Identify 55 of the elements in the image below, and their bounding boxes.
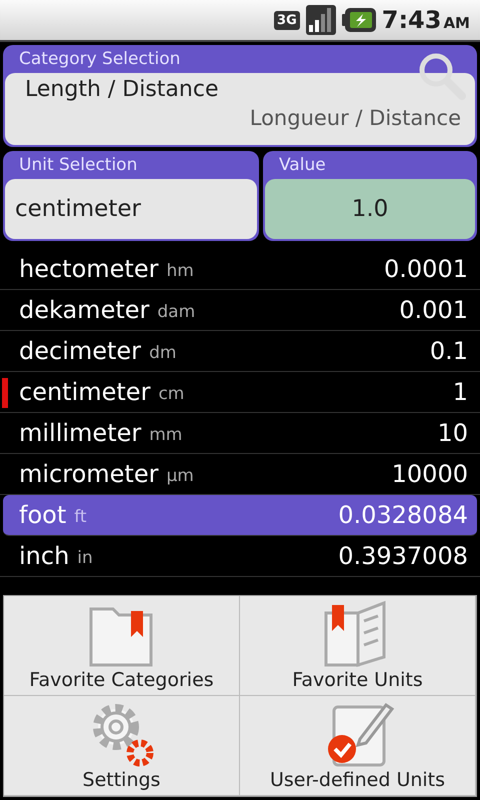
unit-label: Unit Selection — [19, 155, 138, 175]
unit-value: 0.001 — [399, 296, 468, 324]
clock-time: 7:43 — [382, 6, 442, 34]
unit-name: inch — [19, 542, 70, 570]
battery-charging-icon — [342, 8, 376, 32]
unit-row[interactable]: centimeter cm 1 — [0, 372, 480, 413]
search-icon[interactable] — [417, 51, 467, 101]
menu-label: Settings — [82, 769, 160, 791]
unit-row[interactable]: dekameter dam 0.001 — [0, 290, 480, 331]
unit-name: micrometer — [19, 460, 158, 488]
network-3g-icon: 3G — [274, 10, 300, 30]
unit-value: 0.0001 — [384, 255, 468, 283]
category-name: Length / Distance — [25, 77, 220, 102]
unit-row[interactable]: hectometer hm 0.0001 — [0, 249, 480, 290]
menu-item[interactable]: Favorite Units — [240, 596, 476, 696]
unit-name: decimeter — [19, 337, 142, 365]
value-label: Value — [279, 155, 326, 175]
menu-label: Favorite Units — [292, 669, 423, 691]
unit-name: centimeter — [19, 378, 150, 406]
unit-name: centimeter — [15, 196, 141, 222]
unit-symbol: dm — [149, 343, 176, 363]
unit-row[interactable]: millimeter mm 10 — [0, 413, 480, 454]
menu-label: Favorite Categories — [29, 669, 214, 691]
unit-name: millimeter — [19, 419, 142, 447]
unit-symbol: in — [77, 548, 93, 568]
unit-name: dekameter — [19, 296, 150, 324]
unit-value: 0.1 — [430, 337, 468, 365]
menu-item[interactable]: User-defined Units — [240, 696, 476, 796]
value-text: 1.0 — [352, 196, 388, 222]
value-field[interactable]: Value 1.0 — [263, 151, 477, 241]
category-selector[interactable]: Category Selection Length / Distance Longueur / Distance — [3, 45, 477, 147]
unit-symbol: mm — [149, 425, 182, 445]
unit-symbol: ft — [74, 507, 87, 527]
unit-selector[interactable]: Unit Selection centimeter — [3, 151, 259, 241]
unit-name: hectometer — [19, 255, 158, 283]
unit-row[interactable]: decimeter dm 0.1 — [0, 331, 480, 372]
category-label: Category Selection — [19, 49, 180, 69]
clock-period: AM — [443, 14, 470, 32]
unit-name: foot — [19, 501, 66, 529]
unit-symbol: cm — [158, 384, 184, 404]
category-translation: Longueur / Distance — [250, 106, 461, 130]
unit-value: 10 — [437, 419, 468, 447]
unit-symbol: hm — [166, 261, 194, 281]
signal-icon — [306, 5, 336, 35]
unit-value: 0.0328084 — [338, 501, 468, 529]
unit-row[interactable]: inch in 0.3937008 — [0, 536, 480, 577]
selected-unit-row[interactable]: foot ft 0.0328084 — [3, 495, 477, 536]
menu-label: User-defined Units — [270, 769, 446, 791]
menu-item[interactable]: Favorite Categories — [4, 596, 240, 696]
unit-symbol: dam — [157, 302, 196, 322]
unit-value: 0.3937008 — [338, 542, 468, 570]
unit-value: 1 — [452, 378, 468, 406]
menu-item[interactable]: Settings — [4, 696, 240, 796]
unit-value: 10000 — [392, 460, 468, 488]
unit-symbol: µm — [166, 466, 194, 486]
